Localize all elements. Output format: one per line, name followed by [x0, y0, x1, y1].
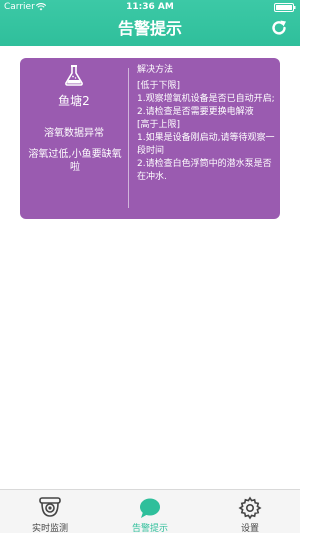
- header: Carrier 11:36 AM 告警提示: [0, 0, 300, 46]
- tab-label: 设置: [240, 524, 259, 533]
- tab-settings[interactable]: 设置: [200, 490, 300, 533]
- alert-type: 溶氧数据异常: [44, 128, 104, 139]
- tab-bar: 实时监测 告警提示 设置: [0, 489, 300, 533]
- tab-realtime-monitor[interactable]: 实时监测: [0, 490, 100, 533]
- solution-panel: 解决方法 [低于下限] 1.观察增氧机设备是否已自动开启; 2.请检查是否需要更…: [137, 64, 275, 184]
- solution-body: [低于下限] 1.观察增氧机设备是否已自动开启; 2.请检查是否需要更换电解液 …: [137, 81, 275, 182]
- refresh-icon[interactable]: [270, 19, 288, 37]
- pond-name: 鱼塘2: [58, 94, 90, 108]
- gear-icon: [238, 496, 262, 520]
- flask-icon: [65, 65, 83, 86]
- solution-title: 解决方法: [137, 65, 174, 75]
- status-bar: Carrier 11:36 AM: [0, 0, 300, 14]
- camera-icon: [39, 497, 61, 517]
- alert-message: 溶氧过低,小鱼要缺氧啦: [28, 149, 122, 173]
- tab-alerts[interactable]: 告警提示: [100, 490, 200, 533]
- status-time: 11:36 AM: [126, 2, 174, 12]
- tab-label: 告警提示: [131, 524, 168, 533]
- chat-icon: [140, 498, 160, 518]
- tab-label: 实时监测: [31, 524, 68, 533]
- alert-card[interactable]: 鱼塘2 溶氧数据异常 溶氧过低,小鱼要缺氧啦 解决方法 [低于下限] 1.观察增…: [20, 58, 280, 219]
- card-divider: [128, 68, 129, 208]
- page-title: 告警提示: [117, 19, 182, 38]
- battery-icon: [274, 3, 296, 12]
